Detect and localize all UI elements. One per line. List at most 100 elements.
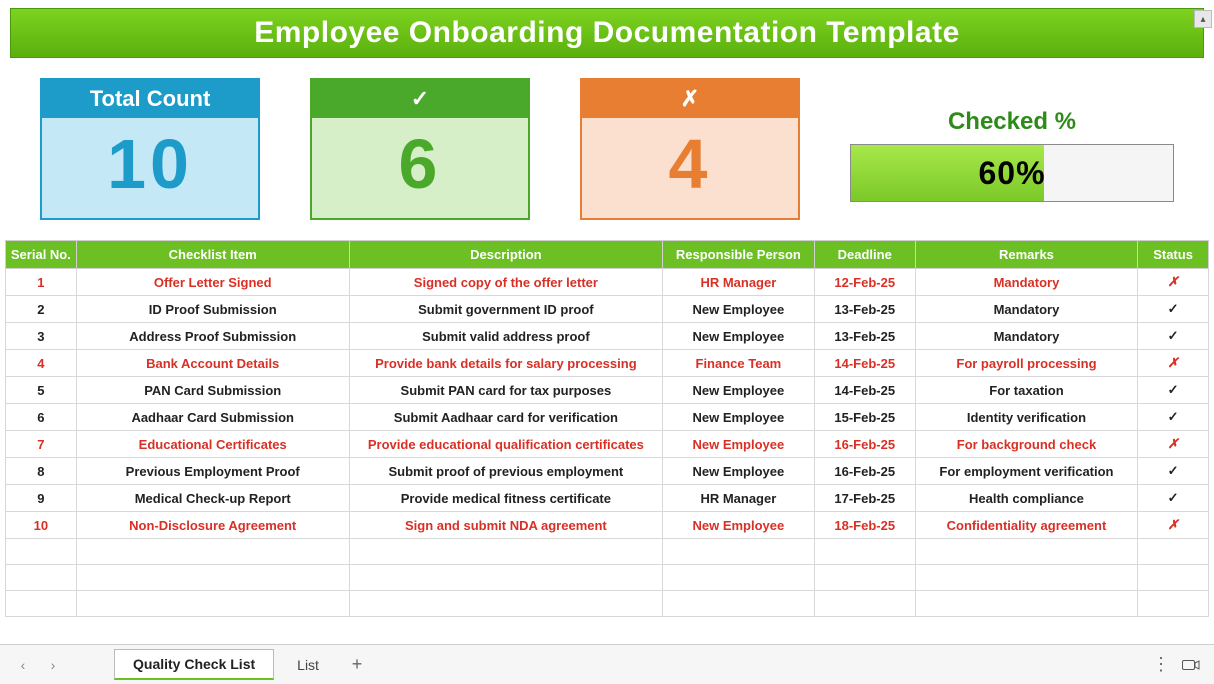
cell-empty[interactable] (1138, 539, 1209, 565)
table-row-empty[interactable] (6, 591, 1209, 617)
cell-empty[interactable] (915, 565, 1137, 591)
cell-resp[interactable]: New Employee (663, 323, 815, 350)
cell-status[interactable]: ✓ (1138, 458, 1209, 485)
cell-dead[interactable]: 18-Feb-25 (814, 512, 915, 539)
cell-desc[interactable]: Provide educational qualification certif… (349, 431, 662, 458)
cell-rem[interactable]: For employment verification (915, 458, 1137, 485)
camera-icon[interactable] (1178, 658, 1204, 672)
cell-status[interactable]: ✗ (1138, 512, 1209, 539)
cell-serial[interactable]: 9 (6, 485, 77, 512)
cell-desc[interactable]: Provide bank details for salary processi… (349, 350, 662, 377)
cell-empty[interactable] (6, 565, 77, 591)
tab-list[interactable]: List (278, 650, 338, 680)
cell-empty[interactable] (76, 539, 349, 565)
cell-empty[interactable] (349, 591, 662, 617)
cell-rem[interactable]: Identity verification (915, 404, 1137, 431)
cell-status[interactable]: ✓ (1138, 404, 1209, 431)
cell-dead[interactable]: 16-Feb-25 (814, 431, 915, 458)
cell-status[interactable]: ✗ (1138, 431, 1209, 458)
cell-rem[interactable]: Mandatory (915, 269, 1137, 296)
cell-empty[interactable] (915, 539, 1137, 565)
cell-item[interactable]: Non-Disclosure Agreement (76, 512, 349, 539)
cell-item[interactable]: Bank Account Details (76, 350, 349, 377)
col-desc[interactable]: Description (349, 241, 662, 269)
cell-dead[interactable]: 13-Feb-25 (814, 323, 915, 350)
cell-status[interactable]: ✓ (1138, 485, 1209, 512)
kebab-menu-icon[interactable]: ⋮ (1148, 654, 1174, 675)
cell-empty[interactable] (1138, 565, 1209, 591)
table-row[interactable]: 2ID Proof SubmissionSubmit government ID… (6, 296, 1209, 323)
cell-serial[interactable]: 8 (6, 458, 77, 485)
cell-desc[interactable]: Provide medical fitness certificate (349, 485, 662, 512)
cell-dead[interactable]: 12-Feb-25 (814, 269, 915, 296)
cell-resp[interactable]: HR Manager (663, 269, 815, 296)
cell-dead[interactable]: 14-Feb-25 (814, 377, 915, 404)
col-dead[interactable]: Deadline (814, 241, 915, 269)
cell-status[interactable]: ✗ (1138, 269, 1209, 296)
cell-empty[interactable] (349, 539, 662, 565)
table-row[interactable]: 3Address Proof SubmissionSubmit valid ad… (6, 323, 1209, 350)
cell-empty[interactable] (1138, 591, 1209, 617)
cell-status[interactable]: ✓ (1138, 323, 1209, 350)
table-row[interactable]: 9Medical Check-up ReportProvide medical … (6, 485, 1209, 512)
cell-resp[interactable]: HR Manager (663, 485, 815, 512)
cell-empty[interactable] (814, 565, 915, 591)
cell-rem[interactable]: Mandatory (915, 323, 1137, 350)
cell-empty[interactable] (6, 591, 77, 617)
tab-nav-next-icon[interactable]: › (40, 652, 66, 678)
cell-item[interactable]: Offer Letter Signed (76, 269, 349, 296)
table-row[interactable]: 5PAN Card SubmissionSubmit PAN card for … (6, 377, 1209, 404)
cell-item[interactable]: Previous Employment Proof (76, 458, 349, 485)
cell-rem[interactable]: Mandatory (915, 296, 1137, 323)
cell-resp[interactable]: New Employee (663, 296, 815, 323)
cell-status[interactable]: ✓ (1138, 296, 1209, 323)
cell-empty[interactable] (349, 565, 662, 591)
cell-desc[interactable]: Sign and submit NDA agreement (349, 512, 662, 539)
cell-serial[interactable]: 2 (6, 296, 77, 323)
cell-item[interactable]: ID Proof Submission (76, 296, 349, 323)
cell-dead[interactable]: 17-Feb-25 (814, 485, 915, 512)
table-row-empty[interactable] (6, 539, 1209, 565)
cell-desc[interactable]: Submit valid address proof (349, 323, 662, 350)
cell-dead[interactable]: 13-Feb-25 (814, 296, 915, 323)
cell-empty[interactable] (663, 539, 815, 565)
table-row[interactable]: 10Non-Disclosure AgreementSign and submi… (6, 512, 1209, 539)
cell-empty[interactable] (663, 565, 815, 591)
cell-serial[interactable]: 3 (6, 323, 77, 350)
cell-item[interactable]: Aadhaar Card Submission (76, 404, 349, 431)
col-serial[interactable]: Serial No. (6, 241, 77, 269)
cell-rem[interactable]: For background check (915, 431, 1137, 458)
tab-nav-prev-icon[interactable]: ‹ (10, 652, 36, 678)
table-row[interactable]: 8Previous Employment ProofSubmit proof o… (6, 458, 1209, 485)
cell-empty[interactable] (76, 591, 349, 617)
cell-desc[interactable]: Submit government ID proof (349, 296, 662, 323)
cell-item[interactable]: Educational Certificates (76, 431, 349, 458)
cell-rem[interactable]: For taxation (915, 377, 1137, 404)
cell-item[interactable]: Medical Check-up Report (76, 485, 349, 512)
cell-empty[interactable] (6, 539, 77, 565)
cell-dead[interactable]: 16-Feb-25 (814, 458, 915, 485)
col-rem[interactable]: Remarks (915, 241, 1137, 269)
cell-serial[interactable]: 1 (6, 269, 77, 296)
cell-empty[interactable] (814, 591, 915, 617)
scroll-up-icon[interactable]: ▴ (1194, 10, 1212, 28)
table-row[interactable]: 1Offer Letter SignedSigned copy of the o… (6, 269, 1209, 296)
cell-serial[interactable]: 5 (6, 377, 77, 404)
cell-desc[interactable]: Submit proof of previous employment (349, 458, 662, 485)
cell-status[interactable]: ✓ (1138, 377, 1209, 404)
cell-resp[interactable]: Finance Team (663, 350, 815, 377)
cell-rem[interactable]: Confidentiality agreement (915, 512, 1137, 539)
cell-dead[interactable]: 15-Feb-25 (814, 404, 915, 431)
cell-rem[interactable]: For payroll processing (915, 350, 1137, 377)
cell-empty[interactable] (915, 591, 1137, 617)
cell-desc[interactable]: Submit PAN card for tax purposes (349, 377, 662, 404)
cell-resp[interactable]: New Employee (663, 431, 815, 458)
cell-rem[interactable]: Health compliance (915, 485, 1137, 512)
cell-resp[interactable]: New Employee (663, 512, 815, 539)
cell-resp[interactable]: New Employee (663, 404, 815, 431)
cell-desc[interactable]: Submit Aadhaar card for verification (349, 404, 662, 431)
table-row[interactable]: 7Educational CertificatesProvide educati… (6, 431, 1209, 458)
cell-serial[interactable]: 7 (6, 431, 77, 458)
checklist-table[interactable]: Serial No. Checklist Item Description Re… (5, 240, 1209, 617)
table-row[interactable]: 6Aadhaar Card SubmissionSubmit Aadhaar c… (6, 404, 1209, 431)
